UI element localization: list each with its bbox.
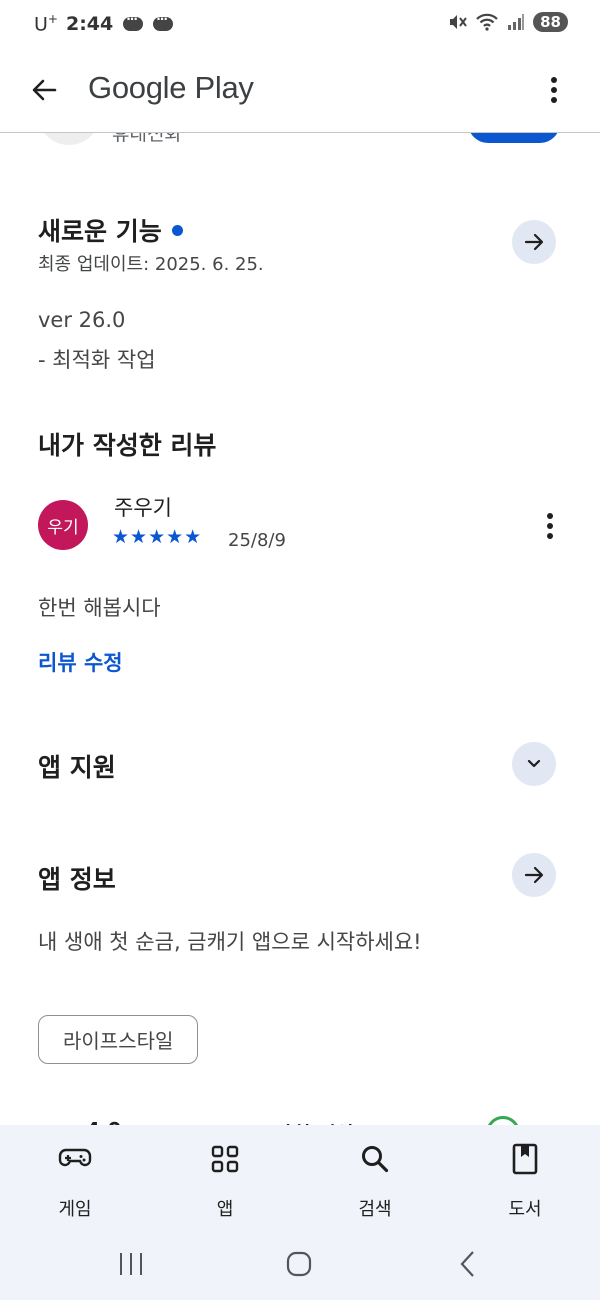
message-notification-icon	[123, 12, 144, 31]
mute-icon	[450, 15, 467, 29]
battery-indicator: 88	[533, 12, 568, 32]
nav-label-apps: 앱	[216, 1199, 234, 1220]
back-button[interactable]	[24, 70, 64, 110]
app-support-expand-button[interactable]	[512, 742, 556, 786]
review-more-button[interactable]	[538, 508, 562, 544]
status-bar: U+ 2:44 88	[0, 0, 600, 48]
app-support-heading: 앱 지원	[38, 753, 116, 782]
nav-item-books[interactable]: 도서	[470, 1141, 580, 1221]
nav-label-books: 도서	[508, 1199, 542, 1220]
avatar: 우기	[38, 500, 88, 550]
app-description: 내 생애 첫 순금, 금캐기 앱으로 시작하세요!	[38, 930, 422, 954]
more-vert-icon	[547, 513, 553, 539]
my-review-heading: 내가 작성한 리뷰	[38, 431, 217, 460]
review-date: 25/8/9	[228, 530, 286, 551]
more-vert-icon	[551, 77, 557, 103]
chevron-down-icon	[527, 759, 541, 768]
app-bar: Google Play	[0, 58, 600, 120]
nav-item-games[interactable]: 게임	[20, 1141, 130, 1221]
device-icon	[40, 133, 98, 145]
clock: 2:44	[65, 12, 114, 35]
whats-new-title: 새로운 기능	[38, 217, 162, 246]
arrow-right-icon	[524, 866, 544, 884]
last-updated-text: 최종 업데이트: 2025. 6. 25.	[38, 254, 264, 275]
gamepad-icon	[58, 1141, 92, 1177]
apps-grid-icon	[211, 1141, 239, 1177]
device-label: 휴대전화	[112, 133, 182, 145]
carrier-label: U+	[34, 12, 58, 36]
nav-item-apps[interactable]: 앱	[170, 1141, 280, 1221]
about-app-heading: 앱 정보	[38, 865, 116, 894]
whats-new-arrow-button[interactable]	[512, 220, 556, 264]
home-button[interactable]	[279, 1244, 319, 1284]
version-text: ver 26.0	[38, 308, 126, 332]
recents-icon	[120, 1253, 142, 1275]
edit-review-link[interactable]: 리뷰 수정	[38, 647, 123, 677]
arrow-right-icon	[524, 233, 544, 251]
star-rating: ★★★★★	[112, 526, 203, 548]
signal-icon	[508, 14, 525, 30]
wifi-icon	[476, 13, 498, 31]
status-bar-right: 88	[447, 12, 568, 32]
clipped-stats-row: 4.0 10만회 이상	[0, 1112, 600, 1126]
reviewer-name: 주우기	[114, 496, 172, 520]
nav-item-search[interactable]: 검색	[320, 1141, 430, 1221]
system-back-button[interactable]	[448, 1244, 488, 1284]
install-button[interactable]	[468, 133, 560, 143]
search-icon	[360, 1141, 390, 1177]
chat-notification-icon	[153, 12, 174, 31]
home-icon	[286, 1251, 312, 1277]
app-bar-title: Google Play	[88, 70, 254, 105]
changelog-text: - 최적화 작업	[38, 348, 156, 372]
system-navigation-bar	[0, 1244, 600, 1284]
overflow-menu-button[interactable]	[534, 70, 574, 110]
status-bar-left: U+ 2:44	[34, 12, 174, 36]
whats-new-heading: 새로운 기능	[38, 212, 183, 248]
review-text: 한번 해봅시다	[38, 596, 161, 620]
recent-apps-button[interactable]	[111, 1244, 151, 1284]
category-chip[interactable]: 라이프스타일	[38, 1015, 199, 1064]
book-icon	[512, 1141, 538, 1177]
chevron-left-icon	[460, 1251, 474, 1277]
nav-label-games: 게임	[58, 1199, 92, 1220]
back-arrow-icon	[32, 79, 57, 101]
new-indicator-dot	[171, 224, 183, 236]
clipped-device-row: 휴대전화	[0, 133, 600, 153]
about-app-arrow-button[interactable]	[512, 853, 556, 897]
bottom-navigation: 게임 앱 검색 도서	[0, 1125, 600, 1300]
nav-label-search: 검색	[358, 1199, 392, 1220]
